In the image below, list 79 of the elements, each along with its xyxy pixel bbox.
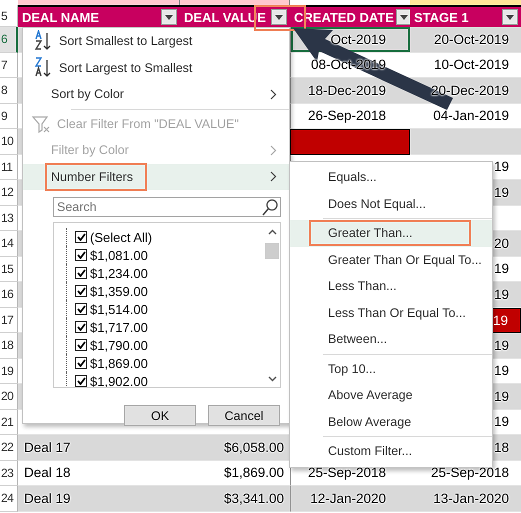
checkbox[interactable]: [75, 303, 87, 315]
row-number: 13: [0, 206, 18, 231]
table-cell: 18-Dec-2019: [290, 78, 410, 104]
scroll-thumb[interactable]: [265, 243, 279, 259]
row-number: 11: [0, 154, 18, 180]
value-label: $1,514.00: [90, 302, 148, 316]
row-number: 24: [0, 486, 18, 512]
table-cell: 20-Oct-2019: [410, 27, 521, 52]
checkbox[interactable]: [75, 249, 87, 261]
row-number: 23: [0, 460, 18, 486]
table-cell: 26-Sep-2018: [290, 104, 410, 129]
filter-dropdown-button[interactable]: [502, 9, 518, 25]
row-number: 16: [0, 282, 18, 308]
value-label: (Select All): [90, 230, 152, 244]
menu-item[interactable]: Number Filters: [23, 164, 289, 190]
row-number: 7: [0, 52, 18, 78]
caret-icon: [165, 14, 173, 20]
sort-ascending-icon: [33, 30, 53, 52]
caret-icon: [506, 14, 514, 20]
row-number: 21: [0, 410, 18, 435]
table-cell: Deal 19: [18, 486, 180, 512]
row-number: 19: [0, 358, 18, 384]
row-number: 20: [0, 384, 18, 410]
row-number: 9: [0, 104, 18, 129]
table-cell: Deal 18: [18, 460, 180, 486]
search-icon: [262, 198, 278, 216]
value-label: $1,717.00: [90, 320, 148, 334]
value-label: $1,081.00: [90, 248, 148, 262]
caret-icon: [400, 14, 408, 20]
table-cell: $3,341.00: [180, 486, 290, 512]
filter-dropdown-button[interactable]: [271, 9, 287, 25]
checkbox[interactable]: [75, 357, 87, 369]
column-title: DEAL NAME: [22, 10, 100, 24]
value-label: $1,902.00: [90, 374, 148, 387]
table-cell: 12-Jan-2020: [290, 486, 410, 512]
dialog-button[interactable]: OK: [124, 405, 196, 426]
value-label: $1,359.00: [90, 284, 148, 298]
search-field[interactable]: Search: [57, 199, 262, 215]
table-cell: $6,058.00: [180, 435, 290, 460]
menu-item[interactable]: Sort Largest to Smallest: [23, 54, 289, 81]
scroll-down-icon[interactable]: [268, 376, 276, 382]
chevron-icon: [270, 88, 277, 100]
checkbox[interactable]: [75, 231, 87, 243]
checkbox[interactable]: [75, 285, 87, 297]
row-number: 5: [0, 5, 18, 27]
table-cell: 10-Oct-2019: [410, 52, 521, 78]
row-number: 14: [0, 231, 18, 256]
checkbox[interactable]: [75, 321, 87, 333]
caret-icon: [275, 14, 283, 20]
chevron-icon: [270, 144, 277, 156]
filter-dropdown-button[interactable]: [396, 9, 412, 25]
value-label: $1,790.00: [90, 338, 148, 352]
row-number: 17: [0, 308, 18, 333]
checkbox[interactable]: [75, 375, 87, 387]
table-cell: 04-Jan-2019: [410, 104, 521, 129]
search-box[interactable]: Search: [53, 197, 281, 217]
table-cell: $1,869.00: [180, 460, 290, 486]
scroll-up-icon[interactable]: [268, 229, 276, 235]
chevron-icon: [270, 171, 277, 182]
row-number: 15: [0, 256, 18, 282]
checkbox[interactable]: [75, 267, 87, 279]
row-number: 10: [0, 129, 18, 154]
menu-item[interactable]: Greater Than...: [290, 220, 492, 246]
table-cell: 13-Jan-2020: [410, 486, 521, 512]
sort-descending-icon: [33, 56, 53, 79]
row-number: 18: [0, 333, 18, 358]
row-number: 8: [0, 78, 18, 104]
table-cell: Deal 17: [18, 435, 180, 460]
row-number: 6: [0, 27, 18, 52]
row-number: 12: [0, 180, 18, 206]
value-label: $1,869.00: [90, 356, 148, 370]
value-label: $1,234.00: [90, 266, 148, 280]
menu-item[interactable]: Sort by Color: [23, 81, 289, 108]
filter-dropdown-button[interactable]: [161, 9, 177, 25]
column-title: STAGE 1: [414, 10, 469, 24]
menu-item[interactable]: Sort Smallest to Largest: [23, 28, 289, 54]
row-number: 22: [0, 435, 18, 460]
dialog-button[interactable]: Cancel: [208, 405, 280, 426]
checkbox[interactable]: [75, 339, 87, 351]
